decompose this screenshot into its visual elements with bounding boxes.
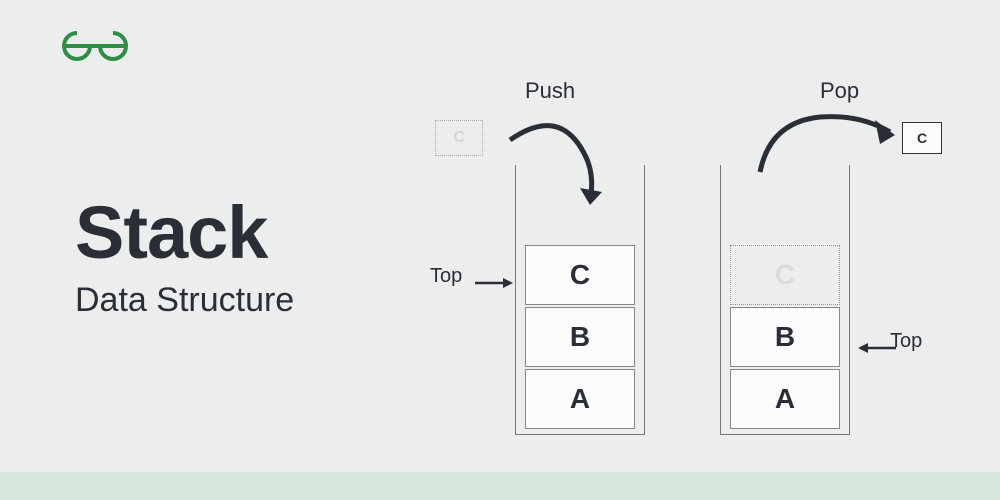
page-title: Stack	[75, 190, 294, 275]
ghost-letter: C	[453, 129, 465, 147]
push-label: Push	[525, 78, 575, 104]
pop-outgoing-box: C	[902, 122, 942, 154]
stack-cell: B	[730, 307, 840, 367]
top-label-left: Top	[430, 265, 462, 288]
cell-value: C	[570, 259, 590, 291]
page-subtitle: Data Structure	[75, 281, 294, 320]
cell-value: B	[775, 321, 795, 353]
stack-cell: A	[730, 369, 840, 429]
outgoing-letter: C	[917, 130, 927, 146]
push-stack-container: C B A	[515, 165, 645, 435]
push-incoming-ghost: C	[435, 120, 483, 156]
stack-cell: B	[525, 307, 635, 367]
cell-value: B	[570, 321, 590, 353]
cell-value: C	[775, 259, 795, 291]
cell-value: A	[570, 383, 590, 415]
geeksforgeeks-logo	[60, 30, 130, 67]
arrow-right-icon	[475, 275, 515, 291]
arrow-left-icon	[856, 340, 896, 356]
stack-diagram: Push Pop C C C B A C B A Top Top	[430, 70, 980, 460]
pop-stack-container: C B A	[720, 165, 850, 435]
pop-label: Pop	[820, 78, 859, 104]
title-block: Stack Data Structure	[75, 190, 294, 320]
stack-cell: A	[525, 369, 635, 429]
stack-cell-ghost: C	[730, 245, 840, 305]
footer-accent-bar	[0, 472, 1000, 500]
cell-value: A	[775, 383, 795, 415]
stack-cell: C	[525, 245, 635, 305]
